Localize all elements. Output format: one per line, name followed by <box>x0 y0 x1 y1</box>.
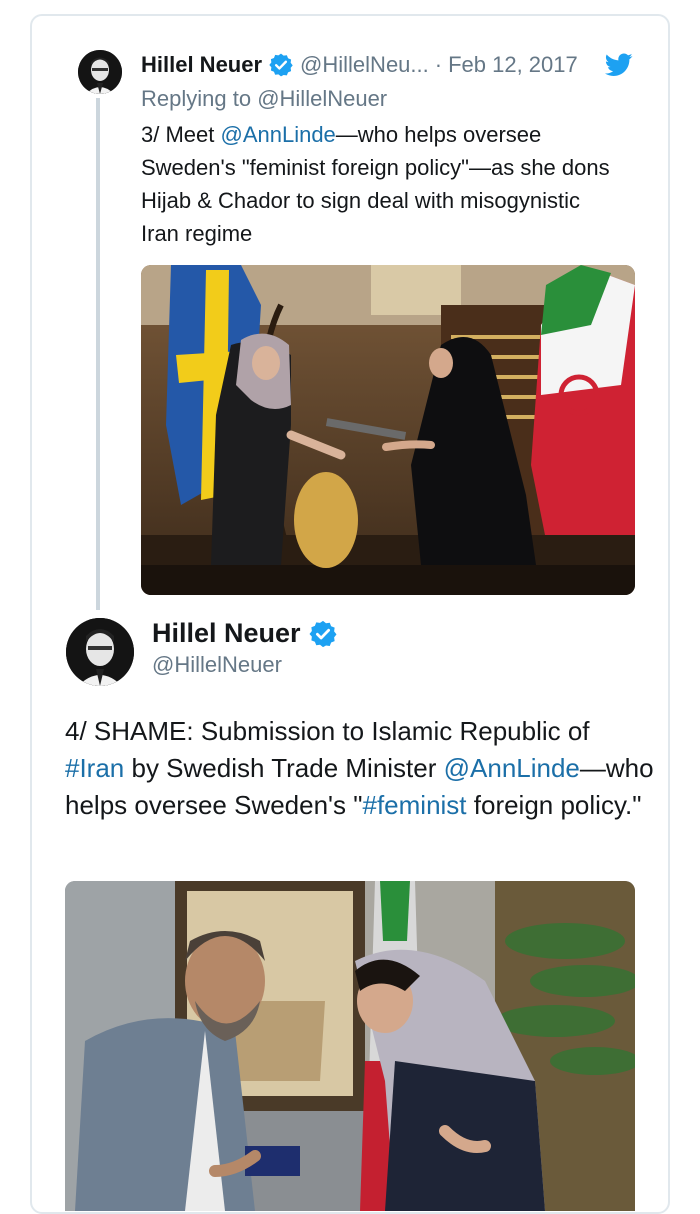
separator-dot: · <box>434 52 443 77</box>
avatar-photo <box>78 50 122 94</box>
tweet-text-part: 3/ Meet <box>141 122 221 147</box>
avatar-photo <box>66 618 134 686</box>
tweet-text-part: foreign policy." <box>466 790 642 820</box>
tweet-text: 4/ SHAME: Submission to Islamic Republic… <box>65 713 655 824</box>
tweet-text: 3/ Meet @AnnLinde—who helps oversee Swed… <box>141 118 611 250</box>
replying-to-line: Replying to @HillelNeuer <box>141 86 387 112</box>
tweet-text-part: by Swedish Trade Minister <box>124 753 444 783</box>
hashtag-link[interactable]: #Iran <box>65 753 124 783</box>
author-handle[interactable]: @HillelNeuer <box>152 652 282 678</box>
tweet-photo[interactable] <box>141 265 635 595</box>
signing-ceremony-photo <box>141 265 635 595</box>
author-handle[interactable]: @HillelNeu... <box>300 52 429 78</box>
avatar[interactable] <box>78 50 122 94</box>
tweet-header: Hillel Neuer @HillelNeu... · Feb 12, 201… <box>141 51 578 79</box>
thread-connector-line <box>96 98 100 610</box>
verified-badge-icon <box>309 620 337 647</box>
author-name[interactable]: Hillel Neuer <box>152 618 301 649</box>
twitter-bird-icon[interactable] <box>605 53 633 77</box>
verified-badge-icon <box>269 53 293 77</box>
tweet-text-part: 4/ SHAME: Submission to Islamic Republic… <box>65 716 590 746</box>
replying-prefix: Replying to <box>141 86 252 111</box>
replying-handle-link[interactable]: @HillelNeuer <box>257 86 387 111</box>
tweet-photo[interactable] <box>65 881 635 1211</box>
author-name-row: Hillel Neuer <box>152 618 338 649</box>
avatar[interactable] <box>66 618 134 686</box>
author-name[interactable]: Hillel Neuer <box>141 52 262 78</box>
mention-link[interactable]: @AnnLinde <box>220 122 335 147</box>
hashtag-link[interactable]: #feminist <box>362 790 466 820</box>
tweet-date[interactable]: Feb 12, 2017 <box>448 52 578 78</box>
meeting-photo <box>65 881 635 1211</box>
mention-link[interactable]: @AnnLinde <box>444 753 580 783</box>
